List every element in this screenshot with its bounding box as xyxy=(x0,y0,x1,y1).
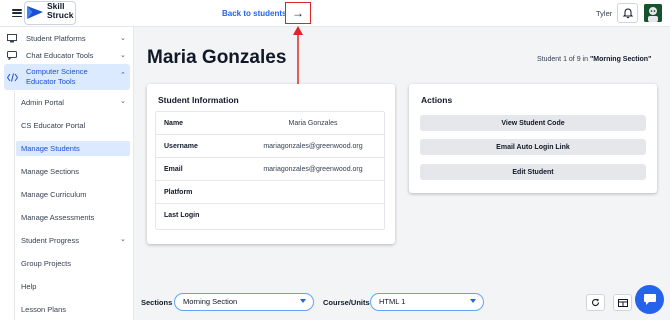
row-key: Username xyxy=(164,143,198,150)
dropdown-arrow-icon xyxy=(300,299,306,303)
course-units-label: Course/Units xyxy=(323,298,370,307)
notifications-button[interactable] xyxy=(617,3,638,23)
dropdown-arrow-icon xyxy=(470,299,476,303)
sidebar-item-group-projects[interactable]: Group Projects xyxy=(21,259,71,268)
sidebar-item-student-progress[interactable]: Student Progress xyxy=(21,236,79,245)
chat-support-button[interactable] xyxy=(635,285,664,314)
chevron-up-icon[interactable]: ⌃ xyxy=(120,71,126,79)
student-counter-section: "Morning Section" xyxy=(589,56,652,63)
row-value: mariagonzales@greenwood.org xyxy=(263,143,363,150)
table-row: Name Maria Gonzales xyxy=(156,112,384,135)
sidebar-item-label: Student Platforms xyxy=(26,34,86,43)
chevron-down-icon[interactable]: ⌄ xyxy=(120,34,126,42)
sections-select-value: Morning Section xyxy=(183,297,238,306)
view-student-code-button[interactable]: View Student Code xyxy=(420,115,646,131)
sidebar-item-manage-curriculum[interactable]: Manage Curriculum xyxy=(21,190,86,199)
chevron-down-icon[interactable]: ⌄ xyxy=(120,97,126,105)
row-key: Email xyxy=(164,166,183,173)
student-information-title: Student Information xyxy=(158,95,239,105)
chat-icon xyxy=(7,51,17,60)
sections-select[interactable]: Morning Section xyxy=(174,293,314,311)
student-counter: Student 1 of 9 in "Morning Section" xyxy=(537,56,651,63)
next-student-button[interactable]: → xyxy=(285,2,311,24)
student-information-table: Name Maria Gonzales Username mariagonzal… xyxy=(155,111,385,230)
sidebar: Student Platforms ⌄ Chat Educator Tools … xyxy=(0,27,134,320)
sidebar-item-cs-educator-portal[interactable]: CS Educator Portal xyxy=(21,121,85,130)
chevron-down-icon[interactable]: ⌄ xyxy=(120,235,126,243)
sidebar-item-label: Computer Science Educator Tools xyxy=(26,67,88,87)
bell-icon xyxy=(622,7,633,18)
row-value: mariagonzales@greenwood.org xyxy=(263,166,363,173)
logo-text: Skill Struck xyxy=(47,2,73,20)
sidebar-item-manage-sections[interactable]: Manage Sections xyxy=(21,167,79,176)
arrow-right-icon: → xyxy=(292,6,304,20)
code-icon xyxy=(7,73,18,82)
sidebar-item-admin-portal[interactable]: Admin Portal xyxy=(21,98,64,107)
student-counter-prefix: Student 1 of 9 in xyxy=(537,56,590,63)
sidebar-item-label-line1: Computer Science xyxy=(26,67,88,76)
row-key: Last Login xyxy=(164,212,200,219)
skillstruck-logo-icon xyxy=(27,6,43,19)
sidebar-item-manage-assessments[interactable]: Manage Assessments xyxy=(21,213,94,222)
sidebar-item-label-line2: Educator Tools xyxy=(26,77,76,86)
sections-label: Sections xyxy=(141,298,173,307)
table-row: Platform xyxy=(156,181,384,204)
user-name[interactable]: Tyler xyxy=(596,9,612,18)
avatar[interactable] xyxy=(644,4,662,22)
top-bar: Skill Struck Back to students → Tyler xyxy=(0,0,670,27)
refresh-button[interactable] xyxy=(586,294,605,311)
table-icon xyxy=(617,298,628,307)
table-row: Email mariagonzales@greenwood.org xyxy=(156,158,384,181)
table-row: Username mariagonzales@greenwood.org xyxy=(156,135,384,158)
sidebar-item-manage-students[interactable]: Manage Students xyxy=(21,144,80,153)
avatar-image xyxy=(644,4,662,22)
submenu-divider xyxy=(14,91,15,320)
sidebar-item-label: Chat Educator Tools xyxy=(26,51,94,60)
row-key: Name xyxy=(164,120,184,127)
logo-text-line2: Struck xyxy=(47,10,74,20)
annotation-arrow xyxy=(293,26,303,89)
back-to-students-link[interactable]: Back to students xyxy=(222,9,286,18)
row-value: Maria Gonzales xyxy=(288,120,338,127)
row-key: Platform xyxy=(164,189,193,196)
course-units-select[interactable]: HTML 1 xyxy=(370,293,484,311)
actions-title: Actions xyxy=(421,95,453,105)
student-platforms-icon xyxy=(7,34,17,43)
edit-student-button[interactable]: Edit Student xyxy=(420,164,646,180)
refresh-icon xyxy=(591,298,600,306)
email-auto-login-link-button[interactable]: Email Auto Login Link xyxy=(420,139,646,155)
page-title: Maria Gonzales xyxy=(147,47,287,68)
course-units-select-value: HTML 1 xyxy=(379,297,406,306)
table-row: Last Login xyxy=(156,204,384,227)
chevron-down-icon[interactable]: ⌄ xyxy=(120,51,126,59)
sidebar-item-lesson-plans[interactable]: Lesson Plans xyxy=(21,305,66,314)
sidebar-item-help[interactable]: Help xyxy=(21,282,36,291)
chat-bubble-icon xyxy=(643,294,656,305)
hamburger-menu-icon[interactable] xyxy=(12,9,22,17)
table-view-button[interactable] xyxy=(613,294,632,311)
